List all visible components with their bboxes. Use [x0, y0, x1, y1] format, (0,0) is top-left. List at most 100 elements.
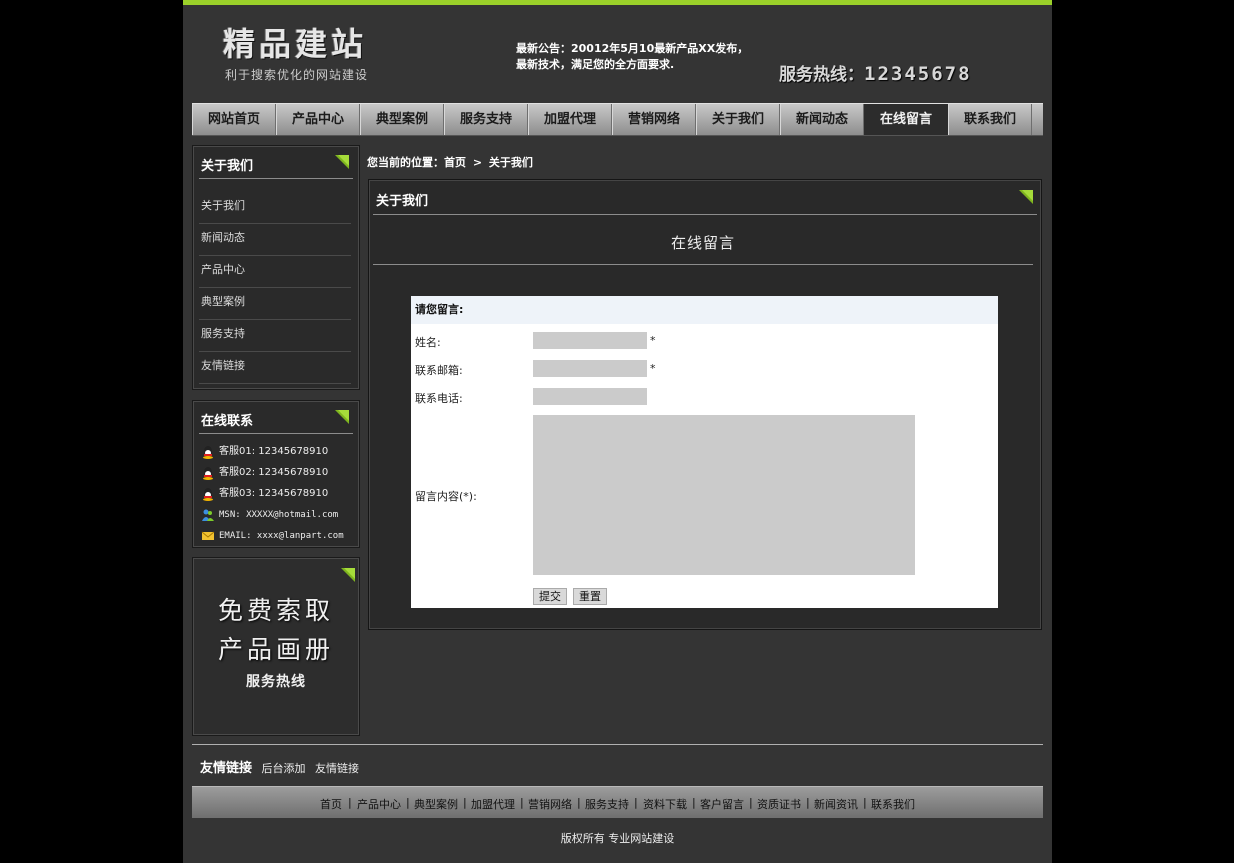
- form-title: 请您留言:: [411, 296, 998, 324]
- breadcrumb-home[interactable]: 首页: [444, 156, 466, 169]
- main-content-box: 关于我们 在线留言 请您留言: 姓名: * 联系邮箱: * 联系电话: 留言内容…: [368, 179, 1042, 630]
- nav-news[interactable]: 新闻动态: [780, 104, 864, 135]
- message-textarea[interactable]: [533, 415, 915, 575]
- sidebar-contact-box: 在线联系 客服01: 12345678910 客服02: 12345678910…: [192, 400, 360, 548]
- footer-link-home[interactable]: 首页: [320, 796, 342, 812]
- footer-link-news[interactable]: 新闻资讯: [814, 796, 858, 812]
- sidebar-item-links[interactable]: 友情链接: [199, 352, 351, 384]
- copyright: 版权所有 专业网站建设: [560, 832, 675, 845]
- footer-separator: |: [634, 796, 638, 809]
- page: 精品建站 利于搜索优化的网站建设 最新公告：20012年5月10最新产品XX发布…: [183, 0, 1052, 863]
- contact-text: 客服01: 12345678910: [219, 445, 329, 457]
- name-label: 姓名:: [415, 336, 441, 349]
- footer-link-downloads[interactable]: 资料下载: [643, 796, 687, 812]
- contact-email[interactable]: EMAIL: xxxx@lanpart.com: [201, 525, 353, 546]
- main-nav: 网站首页 产品中心 典型案例 服务支持 加盟代理 营销网络 关于我们 新闻动态 …: [192, 103, 1043, 136]
- footer-separator: |: [577, 796, 581, 809]
- qq-icon: [203, 487, 213, 501]
- sidebar-item-cases[interactable]: 典型案例: [199, 288, 351, 320]
- hotline-label: 服务热线：: [779, 65, 864, 85]
- promo-line-2: 产品画册: [217, 635, 334, 664]
- footer-link-network[interactable]: 营销网络: [528, 796, 572, 812]
- footer-separator: |: [520, 796, 524, 809]
- promo-banner[interactable]: 免费索取 产品画册 服务热线: [192, 557, 360, 736]
- main-content-title: 关于我们: [376, 194, 429, 209]
- footer-link-guestbook[interactable]: 客户留言: [700, 796, 744, 812]
- nav-contact[interactable]: 联系我们: [948, 104, 1032, 135]
- email-required-mark: *: [650, 362, 656, 375]
- promo-line-3: 服务热线: [246, 674, 306, 690]
- hotline-number: 12345678: [864, 63, 972, 85]
- footer-separator: |: [863, 796, 867, 809]
- contact-qq-3[interactable]: 客服03: 12345678910: [201, 483, 353, 504]
- contact-qq-2[interactable]: 客服02: 12345678910: [201, 462, 353, 483]
- footer-separator: |: [348, 796, 352, 809]
- nav-network[interactable]: 营销网络: [612, 104, 696, 135]
- footer-separator: |: [749, 796, 753, 809]
- phone-input[interactable]: [533, 388, 647, 405]
- nav-support[interactable]: 服务支持: [444, 104, 528, 135]
- sidebar-about-header: 关于我们: [199, 146, 353, 179]
- contact-text: 客服02: 12345678910: [219, 466, 329, 478]
- friend-links: 友情链接 后台添加 友情链接: [200, 757, 365, 776]
- submit-button[interactable]: 提交: [533, 588, 567, 605]
- qq-icon: [203, 466, 213, 480]
- sidebar-item-products[interactable]: 产品中心: [199, 256, 351, 288]
- breadcrumb-current: 关于我们: [488, 156, 533, 169]
- footer-link-contact[interactable]: 联系我们: [871, 796, 915, 812]
- top-accent-line: [183, 0, 1052, 5]
- contact-text: EMAIL: xxxx@lanpart.com: [219, 530, 344, 541]
- footer-separator: |: [806, 796, 810, 809]
- name-input[interactable]: [533, 332, 647, 349]
- footer-nav: 首页 | 产品中心 | 典型案例 | 加盟代理 | 营销网络 | 服务支持 | …: [192, 786, 1043, 818]
- footer-separator: |: [463, 796, 467, 809]
- qq-icon: [203, 445, 213, 459]
- nav-cases[interactable]: 典型案例: [360, 104, 444, 135]
- footer-link-certificates[interactable]: 资质证书: [757, 796, 801, 812]
- content-label: 留言内容(*):: [415, 490, 477, 503]
- promo-line-1: 免费索取: [217, 596, 334, 625]
- footer-link-cases[interactable]: 典型案例: [414, 796, 458, 812]
- footer-separator: |: [692, 796, 696, 809]
- email-input[interactable]: [533, 360, 647, 377]
- nav-home[interactable]: 网站首页: [192, 104, 276, 135]
- nav-franchise[interactable]: 加盟代理: [528, 104, 612, 135]
- name-required-mark: *: [650, 334, 656, 347]
- contact-text: MSN: XXXXX@hotmail.com: [219, 509, 339, 520]
- corner-triangle-icon: [1019, 190, 1033, 204]
- site-logo[interactable]: 精品建站 利于搜索优化的网站建设: [223, 26, 368, 83]
- nav-products[interactable]: 产品中心: [276, 104, 360, 135]
- breadcrumb-separator: >: [472, 156, 483, 169]
- sidebar-item-support[interactable]: 服务支持: [199, 320, 351, 352]
- friend-link[interactable]: 后台添加: [262, 762, 306, 775]
- sidebar-item-news[interactable]: 新闻动态: [199, 224, 351, 256]
- footer-link-franchise[interactable]: 加盟代理: [471, 796, 515, 812]
- divider: [192, 744, 1043, 745]
- footer-link-support[interactable]: 服务支持: [585, 796, 629, 812]
- breadcrumb-label: 您当前的位置：: [367, 156, 444, 169]
- email-label: 联系邮箱:: [415, 364, 463, 377]
- sidebar-about-list: 关于我们 新闻动态 产品中心 典型案例 服务支持 友情链接: [199, 192, 351, 384]
- announcement-line-2: 最新技术，满足您的全方面要求.: [516, 58, 675, 71]
- sidebar-about-box: 关于我们 关于我们 新闻动态 产品中心 典型案例 服务支持 友情链接: [192, 145, 360, 390]
- contact-text: 客服03: 12345678910: [219, 487, 329, 499]
- main-content-header: 关于我们: [373, 180, 1037, 215]
- footer-link-products[interactable]: 产品中心: [357, 796, 401, 812]
- sidebar-item-about[interactable]: 关于我们: [199, 192, 351, 224]
- sidebar-about-title: 关于我们: [201, 159, 254, 174]
- announcement: 最新公告：20012年5月10最新产品XX发布， 最新技术，满足您的全方面要求.: [516, 41, 756, 73]
- logo-subtitle: 利于搜索优化的网站建设: [225, 68, 369, 82]
- nav-guestbook[interactable]: 在线留言: [864, 104, 948, 135]
- service-hotline: 服务热线：12345678: [779, 60, 972, 85]
- friend-link[interactable]: 友情链接: [315, 762, 359, 775]
- contact-msn[interactable]: MSN: XXXXX@hotmail.com: [201, 504, 353, 525]
- footer-separator: |: [406, 796, 410, 809]
- logo-title: 精品建站: [223, 25, 368, 63]
- nav-about[interactable]: 关于我们: [696, 104, 780, 135]
- msn-icon: [202, 509, 214, 521]
- friend-links-title: 友情链接: [200, 761, 253, 776]
- contact-qq-1[interactable]: 客服01: 12345678910: [201, 441, 353, 462]
- reset-button[interactable]: 重置: [573, 588, 607, 605]
- contact-list: 客服01: 12345678910 客服02: 12345678910 客服03…: [201, 441, 353, 546]
- page-heading: 在线留言: [373, 232, 1033, 265]
